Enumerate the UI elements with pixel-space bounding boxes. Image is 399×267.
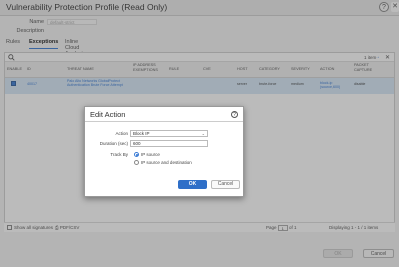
dialog-title: Edit Action [90,110,126,119]
action-label: Action [115,131,128,136]
action-value: Block IP [133,131,150,136]
edit-action-dialog: Edit Action ? Action Block IP ⌄ Duration… [84,106,244,197]
radio-ip-source-destination[interactable] [134,160,139,165]
track-by-label: Track By [110,152,128,157]
dialog-ok-button[interactable]: OK [178,180,207,189]
duration-field[interactable]: 600 [130,140,208,147]
chevron-down-icon[interactable]: ⌄ [202,131,205,137]
radio-ip-source[interactable] [134,152,139,157]
dialog-title-bar: Edit Action ? [85,107,243,122]
duration-label: Duration (sec) [99,141,128,146]
radio-ip-source-destination-label: IP source and destination [141,160,192,165]
dialog-cancel-button[interactable]: Cancel [211,180,240,189]
dialog-help-icon[interactable]: ? [231,111,238,118]
radio-ip-source-label: IP source [141,152,160,157]
action-select[interactable]: Block IP ⌄ [130,130,208,137]
